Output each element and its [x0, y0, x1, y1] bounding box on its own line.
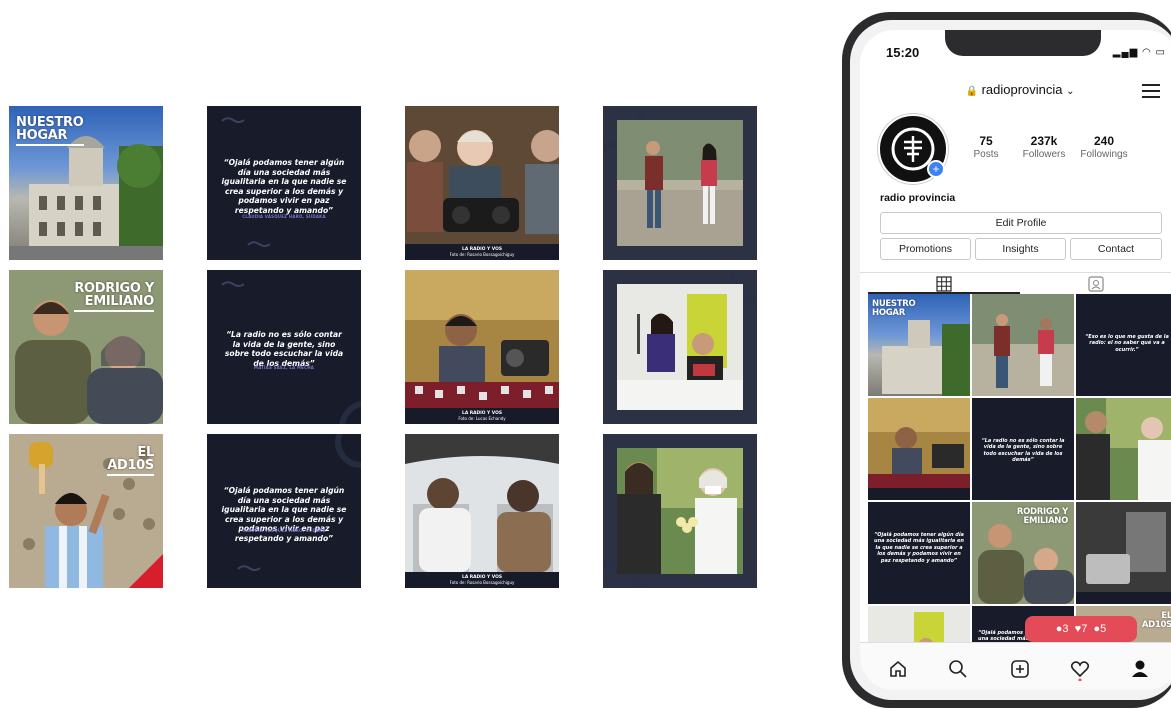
post-interview-flowers[interactable]	[603, 434, 757, 588]
squiggle-decoration	[221, 281, 245, 287]
add-post-icon[interactable]	[1010, 659, 1030, 679]
search-icon[interactable]	[948, 659, 968, 679]
post-la-radio-y-vos-1[interactable]: LA RADIO Y VOS Foto de: Rosario Bossagoic…	[405, 106, 559, 260]
grid-post-quote-2[interactable]: “La radio no es sólo contar la vida de l…	[972, 398, 1074, 500]
quote-author: MATÍAS SÁEZ, LA MECHA	[253, 365, 315, 370]
post-quote-2[interactable]: “La radio no es sólo contar la vida de l…	[207, 270, 361, 424]
quote-author: CLAUDIA VÁSQUEZ HARO, SUDAKA	[242, 528, 326, 533]
post-title: NUESTRO HOGAR	[16, 116, 84, 146]
grid-post-radio-boy[interactable]	[868, 398, 970, 500]
car-photo	[405, 434, 559, 572]
grid-post-interview[interactable]	[1076, 398, 1171, 500]
post-caption: LA RADIO Y VOS Foto de: Lucas Echandy	[405, 408, 559, 424]
lock-icon: 🔒	[965, 86, 978, 97]
street-photo	[617, 120, 743, 246]
grid-post-title: NUESTRO HOGAR	[872, 299, 916, 318]
grid-post-quote-3[interactable]: “Ojalá podamos tener algún día una socie…	[868, 502, 970, 604]
home-icon[interactable]	[888, 659, 908, 679]
post-el-ad10s[interactable]: EL AD10S	[9, 434, 163, 588]
profile-icon[interactable]	[1130, 659, 1150, 679]
profile-name: radio provincia	[880, 192, 956, 204]
bottom-nav	[860, 642, 1171, 690]
grid-post-street[interactable]	[972, 294, 1074, 396]
post-la-radio-y-vos-3[interactable]: LA RADIO Y VOS Foto de: Rosario Bossagoic…	[405, 434, 559, 588]
grid-post-title: RODRIGO Y EMILIANO	[1016, 507, 1068, 526]
contact-button[interactable]: Contact	[1070, 238, 1162, 260]
phone-mockup: 15:20 ▂▄▆ ◠ ▭ 🔒 radioprovincia ⌄ + 75 Pos…	[842, 12, 1171, 708]
quote-text: “Ojalá podamos tener algún día una socie…	[221, 158, 347, 215]
post-title: RODRIGO Y EMILIANO	[74, 282, 154, 312]
username-dropdown[interactable]: 🔒 radioprovincia ⌄	[860, 82, 1171, 97]
profile-post-grid: NUESTRO HOGAR “Eso es lo que me gusta de …	[868, 294, 1171, 652]
post-quote-3[interactable]: “Ojalá podamos tener algún día una socie…	[207, 434, 361, 588]
quote-text: “Ojalá podamos tener algún día una socie…	[221, 486, 347, 543]
instagram-screen: 15:20 ▂▄▆ ◠ ▭ 🔒 radioprovincia ⌄ + 75 Pos…	[860, 30, 1171, 690]
grid-post-radio-bw[interactable]	[1076, 502, 1171, 604]
stat-followers[interactable]: 237k Followers	[1016, 134, 1072, 160]
stat-followings[interactable]: 240 Followings	[1074, 134, 1134, 160]
elderly-radio-photo	[405, 106, 559, 244]
post-title: EL AD10S	[107, 446, 154, 476]
post-caption: LA RADIO Y VOS Foto de: Rosario Bossagoic…	[405, 244, 559, 260]
studio-photo	[617, 284, 743, 410]
ring-decoration	[335, 434, 361, 468]
tagged-icon[interactable]	[1088, 276, 1104, 292]
quote-author: CLAUDIA VÁSQUEZ HARO, SUDAKA	[242, 214, 326, 219]
post-caption: LA RADIO Y VOS Foto de: Rosario Bossagoic…	[405, 572, 559, 588]
grid-icon[interactable]	[936, 276, 952, 292]
interview-photo	[617, 448, 743, 574]
insights-button[interactable]: Insights	[975, 238, 1066, 260]
stat-posts[interactable]: 75 Posts	[966, 134, 1006, 160]
post-quote-1[interactable]: “Ojalá podamos tener algún día una socie…	[207, 106, 361, 260]
grid-post-nuestro-hogar[interactable]: NUESTRO HOGAR	[868, 294, 970, 396]
boy-radio-photo	[405, 270, 559, 408]
squiggle-decoration	[237, 565, 261, 571]
ring-decoration	[339, 400, 361, 424]
quote-text: “La radio no es sólo contar la vida de l…	[224, 330, 344, 368]
squiggle-decoration	[247, 241, 271, 247]
post-radio-studio[interactable]	[603, 270, 757, 424]
grid-post-rodrigo[interactable]: RODRIGO Y EMILIANO	[972, 502, 1074, 604]
grid-post-title: EL AD10S	[1141, 611, 1171, 630]
heart-activity-icon[interactable]	[1070, 659, 1090, 681]
grid-post-quote[interactable]: “Eso es lo que me gusta de la radio: el …	[1076, 294, 1171, 396]
activity-notification[interactable]: ●3 ♥7 ●5	[1025, 616, 1137, 648]
post-rodrigo-y-emiliano[interactable]: RODRIGO Y EMILIANO	[9, 270, 163, 424]
menu-icon[interactable]	[1142, 84, 1160, 98]
post-two-people-street[interactable]	[603, 106, 757, 260]
promotions-button[interactable]: Promotions	[880, 238, 971, 260]
phone-notch	[945, 30, 1101, 56]
add-story-icon[interactable]: +	[927, 160, 945, 178]
status-time: 15:20	[886, 45, 920, 60]
post-nuestro-hogar[interactable]: NUESTRO HOGAR	[9, 106, 163, 260]
post-la-radio-y-vos-2[interactable]: LA RADIO Y VOS Foto de: Lucas Echandy	[405, 270, 559, 424]
chevron-down-icon: ⌄	[1066, 86, 1075, 97]
edit-profile-button[interactable]: Edit Profile	[880, 212, 1162, 234]
signal-wifi-battery-icon: ▂▄▆ ◠ ▭	[1112, 47, 1166, 58]
squiggle-decoration	[221, 117, 245, 123]
